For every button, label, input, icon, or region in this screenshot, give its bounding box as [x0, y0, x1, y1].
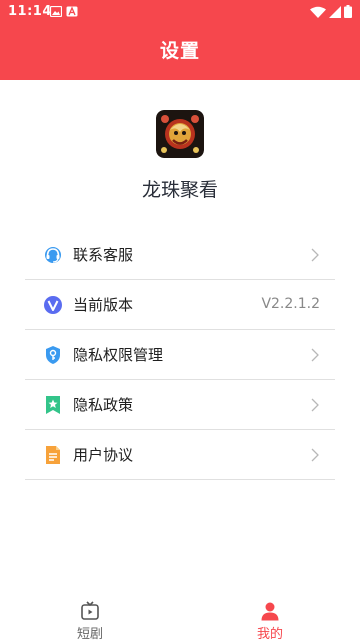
settings-item-current-version[interactable]: 当前版本 V2.2.1.2: [25, 280, 335, 330]
settings-item-user-agreement[interactable]: 用户协议: [25, 430, 335, 480]
app-header: 11:14 设置: [0, 0, 360, 80]
chevron-right-icon: [311, 348, 319, 362]
bottom-tab-bar: 短剧 我的: [0, 595, 360, 640]
person-icon: [261, 602, 279, 621]
chevron-right-icon: [311, 398, 319, 412]
bookmark-star-icon: [46, 395, 60, 414]
status-bar: 11:14: [0, 0, 360, 24]
settings-item-privacy-permissions[interactable]: 隐私权限管理: [25, 330, 335, 380]
chevron-right-icon: [311, 248, 319, 262]
settings-list: 联系客服 当前版本 V2.2.1.2 隐私权限管理 隐私政策 用户协议: [25, 230, 335, 480]
settings-item-contact-support[interactable]: 联系客服: [25, 230, 335, 280]
tab-label: 我的: [256, 627, 283, 640]
tab-short-drama[interactable]: 短剧: [45, 595, 135, 640]
settings-item-privacy-policy[interactable]: 隐私政策: [25, 380, 335, 430]
document-icon: [46, 445, 60, 464]
page-title: 设置: [159, 40, 200, 62]
gallery-notification-icon: [50, 6, 62, 17]
settings-item-label: 隐私权限管理: [73, 346, 164, 364]
status-icons: [310, 5, 352, 18]
status-time: 11:14: [8, 4, 52, 19]
settings-item-label: 用户协议: [73, 446, 134, 464]
chevron-right-icon: [311, 448, 319, 462]
app-name: 龙珠聚看: [141, 179, 218, 201]
tab-label: 短剧: [76, 627, 103, 640]
headset-icon: [45, 246, 61, 263]
settings-item-label: 当前版本: [73, 296, 134, 314]
app-logo: [156, 110, 204, 158]
version-icon: [44, 295, 62, 314]
app-notification-icon: [66, 6, 78, 17]
tv-icon: [81, 601, 99, 620]
battery-icon: [344, 5, 352, 18]
settings-screen: 11:14 设置 龙珠聚看 联系客服 当前版本 V2.2.1.2 隐私权限管理 …: [0, 0, 360, 640]
settings-item-label: 联系客服: [73, 246, 134, 264]
tab-mine[interactable]: 我的: [225, 595, 315, 640]
settings-item-label: 隐私政策: [73, 396, 134, 414]
version-number: V2.2.1.2: [261, 296, 320, 312]
wifi-icon: [310, 6, 326, 18]
shield-key-icon: [46, 345, 60, 364]
signal-icon: [329, 5, 341, 18]
